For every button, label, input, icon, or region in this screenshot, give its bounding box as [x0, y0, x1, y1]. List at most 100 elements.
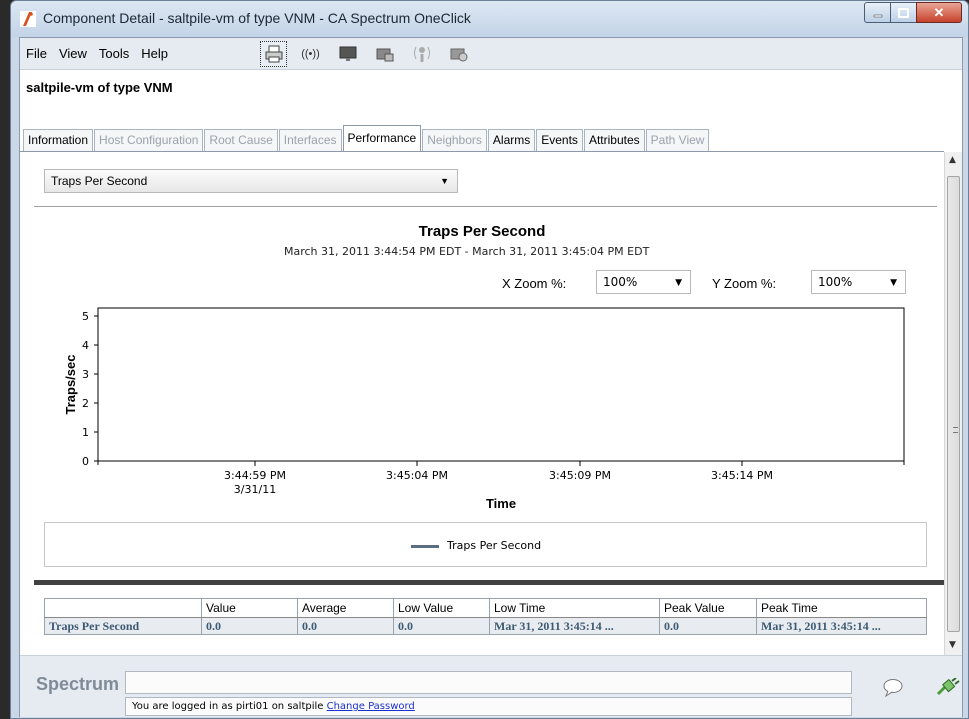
chat-icon[interactable] — [882, 678, 904, 698]
vertical-scrollbar[interactable]: ▲ ▼ — [944, 152, 962, 655]
x-zoom-label: X Zoom %: — [502, 276, 567, 291]
y-tick-label: 0 — [82, 455, 89, 468]
column-header[interactable]: Peak Value — [659, 598, 757, 618]
device-lock-button[interactable] — [371, 41, 398, 67]
chart-legend: Traps Per Second — [44, 522, 927, 567]
menu-help[interactable]: Help — [141, 46, 168, 61]
monitor-icon — [339, 46, 356, 61]
chevron-down-icon: ▼ — [675, 278, 682, 288]
stats-header-row: Value Average Low Value Low Time Peak Va… — [44, 598, 927, 618]
table-row[interactable]: Traps Per Second 0.0 0.0 0.0 Mar 31, 201… — [44, 617, 927, 635]
close-icon: ✕ — [933, 4, 945, 20]
column-header[interactable]: Peak Time — [756, 598, 927, 618]
column-header[interactable]: Low Value — [393, 598, 490, 618]
ping-button[interactable]: ((•)) — [297, 41, 324, 67]
print-icon — [265, 45, 282, 63]
y-tick-label: 5 — [82, 310, 89, 323]
table-cell: 0.0 — [297, 617, 394, 635]
device-refresh-button[interactable] — [445, 41, 472, 67]
scroll-down-icon[interactable]: ▼ — [949, 640, 956, 650]
x-tick-label: 3:44:59 PM — [224, 469, 286, 482]
status-message — [125, 671, 852, 694]
tab-root-cause: Root Cause — [204, 129, 278, 151]
tab-path-view: Path View — [645, 129, 710, 151]
column-header[interactable]: Average — [297, 598, 394, 618]
plot-area — [97, 307, 905, 462]
login-text: You are logged in as pirti01 on saltpile — [132, 701, 324, 712]
maximize-icon — [898, 7, 909, 18]
print-button[interactable] — [260, 41, 287, 67]
change-password-link[interactable]: Change Password — [327, 701, 415, 712]
x-tick-label: 3:45:04 PM — [386, 469, 448, 482]
tab-neighbors: Neighbors — [422, 129, 487, 151]
tab-events[interactable]: Events — [536, 129, 583, 151]
info-signal-icon — [413, 46, 430, 62]
tab-attributes[interactable]: Attributes — [583, 129, 645, 151]
y-zoom-select[interactable]: 100% ▼ — [811, 270, 906, 294]
device-refresh-icon — [450, 48, 467, 62]
status-bar: Spectrum You are logged in as pirti01 on… — [20, 655, 962, 717]
x-tick-date-label: 3/31/11 — [234, 483, 276, 496]
connection-icon[interactable] — [936, 678, 960, 698]
minimize-button[interactable] — [864, 2, 891, 23]
title-bar[interactable]: Component Detail - saltpile-vm of type V… — [11, 1, 968, 37]
menu-view[interactable]: View — [59, 46, 87, 61]
stats-table: Value Average Low Value Low Time Peak Va… — [44, 598, 927, 635]
tab-alarms[interactable]: Alarms — [487, 129, 536, 151]
grip-icon — [953, 427, 958, 433]
column-header[interactable]: Low Time — [489, 598, 660, 618]
menu-file[interactable]: File — [26, 46, 47, 61]
app-icon — [20, 11, 36, 27]
table-cell: 0.0 — [393, 617, 490, 635]
performance-panel: Traps Per Second ▼ Traps Per Second Marc… — [20, 152, 944, 655]
brand-logo: Spectrum — [36, 674, 120, 694]
y-zoom-value: 100% — [818, 275, 853, 289]
scroll-up-icon[interactable]: ▲ — [949, 155, 956, 165]
table-cell: Mar 31, 2011 3:45:14 ... — [489, 617, 660, 635]
chart-time-range: March 31, 2011 3:44:54 PM EDT - March 31… — [284, 245, 650, 258]
metric-select-value: Traps Per Second — [51, 174, 148, 188]
application-window: Component Detail - saltpile-vm of type V… — [10, 0, 969, 719]
column-header[interactable] — [44, 598, 202, 618]
legend-label: Traps Per Second — [447, 539, 542, 552]
x-zoom-select[interactable]: 100% ▼ — [596, 270, 691, 294]
menu-bar: File View Tools Help ((•)) — [20, 38, 962, 70]
table-cell: 0.0 — [659, 617, 757, 635]
login-status: You are logged in as pirti01 on saltpile… — [125, 697, 852, 716]
tab-host-configuration: Host Configuration — [94, 129, 204, 151]
column-header[interactable]: Value — [201, 598, 298, 618]
device-lock-icon — [376, 48, 393, 62]
monitor-button[interactable] — [334, 41, 361, 67]
y-tick-label: 2 — [82, 397, 89, 410]
x-zoom-value: 100% — [603, 275, 638, 289]
window-title: Component Detail - saltpile-vm of type V… — [43, 10, 471, 26]
metric-select[interactable]: Traps Per Second ▼ — [44, 169, 458, 193]
x-axis-label: Time — [486, 496, 516, 511]
tab-performance[interactable]: Performance — [342, 125, 422, 151]
model-title: saltpile-vm of type VNM — [26, 80, 173, 95]
traps-chart: 0 1 2 3 4 5 3:44:59 PM 3:45:04 PM 3:45:09 PM 3:45… — [63, 307, 905, 511]
y-tick-label: 1 — [82, 426, 89, 439]
y-tick-label: 3 — [82, 368, 89, 381]
chevron-down-icon: ▼ — [440, 176, 449, 186]
panel-splitter[interactable] — [34, 580, 944, 585]
close-button[interactable]: ✕ — [916, 2, 962, 23]
scroll-thumb[interactable] — [947, 176, 960, 632]
toolbar: ((•)) — [260, 41, 472, 67]
window-client-area: File View Tools Help ((•)) saltpile-vm o… — [19, 37, 963, 717]
y-tick-label: 4 — [82, 339, 89, 352]
chart-title: Traps Per Second — [418, 223, 546, 240]
maximize-button[interactable] — [890, 2, 917, 23]
x-tick-label: 3:45:09 PM — [549, 469, 611, 482]
info-signal-button[interactable] — [408, 41, 435, 67]
x-tick-label: 3:45:14 PM — [711, 469, 773, 482]
menu-tools[interactable]: Tools — [99, 46, 129, 61]
table-cell: 0.0 — [201, 617, 298, 635]
tab-bar: Information Host Configuration Root Caus… — [23, 125, 710, 151]
signal-icon: ((•)) — [301, 48, 320, 60]
minimize-icon — [873, 14, 882, 17]
tab-information[interactable]: Information — [23, 129, 94, 151]
tab-interfaces: Interfaces — [278, 129, 342, 151]
divider — [34, 206, 937, 207]
legend-swatch — [411, 545, 439, 548]
